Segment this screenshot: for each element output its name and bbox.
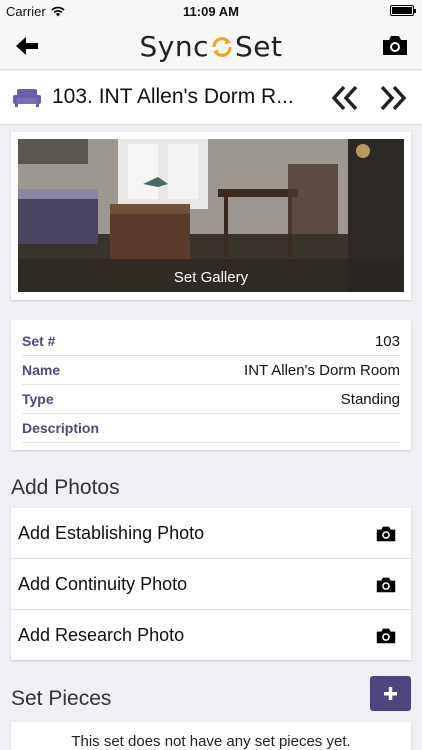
clock: 11:09 AM [183, 4, 239, 19]
set-gallery-card[interactable]: Set Gallery [11, 132, 411, 300]
detail-row-type: Type Standing [22, 385, 400, 414]
set-title-bar: 103. INT Allen's Dorm R... [0, 71, 422, 125]
detail-label: Type [22, 391, 54, 407]
plus-icon [384, 687, 397, 700]
set-pieces-empty-state: This set does not have any set pieces ye… [11, 722, 411, 750]
add-establishing-photo-button[interactable]: Add Establishing Photo [11, 508, 411, 559]
next-set-icon[interactable] [378, 84, 408, 112]
nav-bar: Sync Set [0, 22, 422, 70]
detail-row-description: Description [22, 414, 400, 443]
empty-state-text: This set does not have any set pieces ye… [71, 733, 351, 750]
sync-ring-icon [212, 37, 232, 57]
detail-value: INT Allen's Dorm Room [244, 361, 400, 379]
list-item-label: Add Continuity Photo [18, 573, 188, 594]
detail-value: 103 [374, 332, 400, 350]
list-item-label: Add Research Photo [18, 625, 185, 645]
set-details-card: Set # 103 Name INT Allen's Dorm Room Typ… [11, 320, 411, 450]
add-continuity-photo-button[interactable]: Add Continuity Photo [11, 559, 411, 610]
detail-label: Name [22, 362, 61, 378]
add-photos-list: Add Establishing Photo Add Continuity Ph… [11, 508, 411, 660]
add-set-piece-button[interactable] [370, 676, 411, 711]
sofa-icon [13, 89, 41, 107]
camera-icon[interactable] [382, 34, 408, 56]
app-logo: Sync Set [0, 30, 422, 63]
set-pieces-heading: Set Pieces [11, 687, 112, 710]
status-bar: Carrier 11:09 AM [0, 0, 422, 22]
camera-icon [376, 628, 396, 644]
logo-text-set: Set [235, 30, 283, 63]
detail-label: Set # [22, 333, 56, 349]
detail-label: Description [22, 420, 100, 436]
camera-icon [376, 577, 396, 592]
set-gallery-label: Set Gallery [173, 269, 249, 286]
previous-set-icon[interactable] [330, 84, 360, 112]
detail-row-name: Name INT Allen's Dorm Room [22, 356, 400, 385]
detail-value: Standing [340, 390, 400, 408]
add-photos-heading: Add Photos [11, 476, 120, 499]
detail-row-set-number: Set # 103 [22, 327, 400, 356]
battery-icon [390, 5, 416, 16]
set-title: 103. INT Allen's Dorm R... [52, 85, 294, 108]
logo-text-sync: Sync [139, 30, 209, 63]
set-gallery-image[interactable]: Set Gallery [18, 139, 404, 292]
list-item-label: Add Establishing Photo [18, 522, 205, 543]
add-research-photo-button[interactable]: Add Research Photo [11, 610, 411, 661]
camera-icon [376, 526, 396, 541]
